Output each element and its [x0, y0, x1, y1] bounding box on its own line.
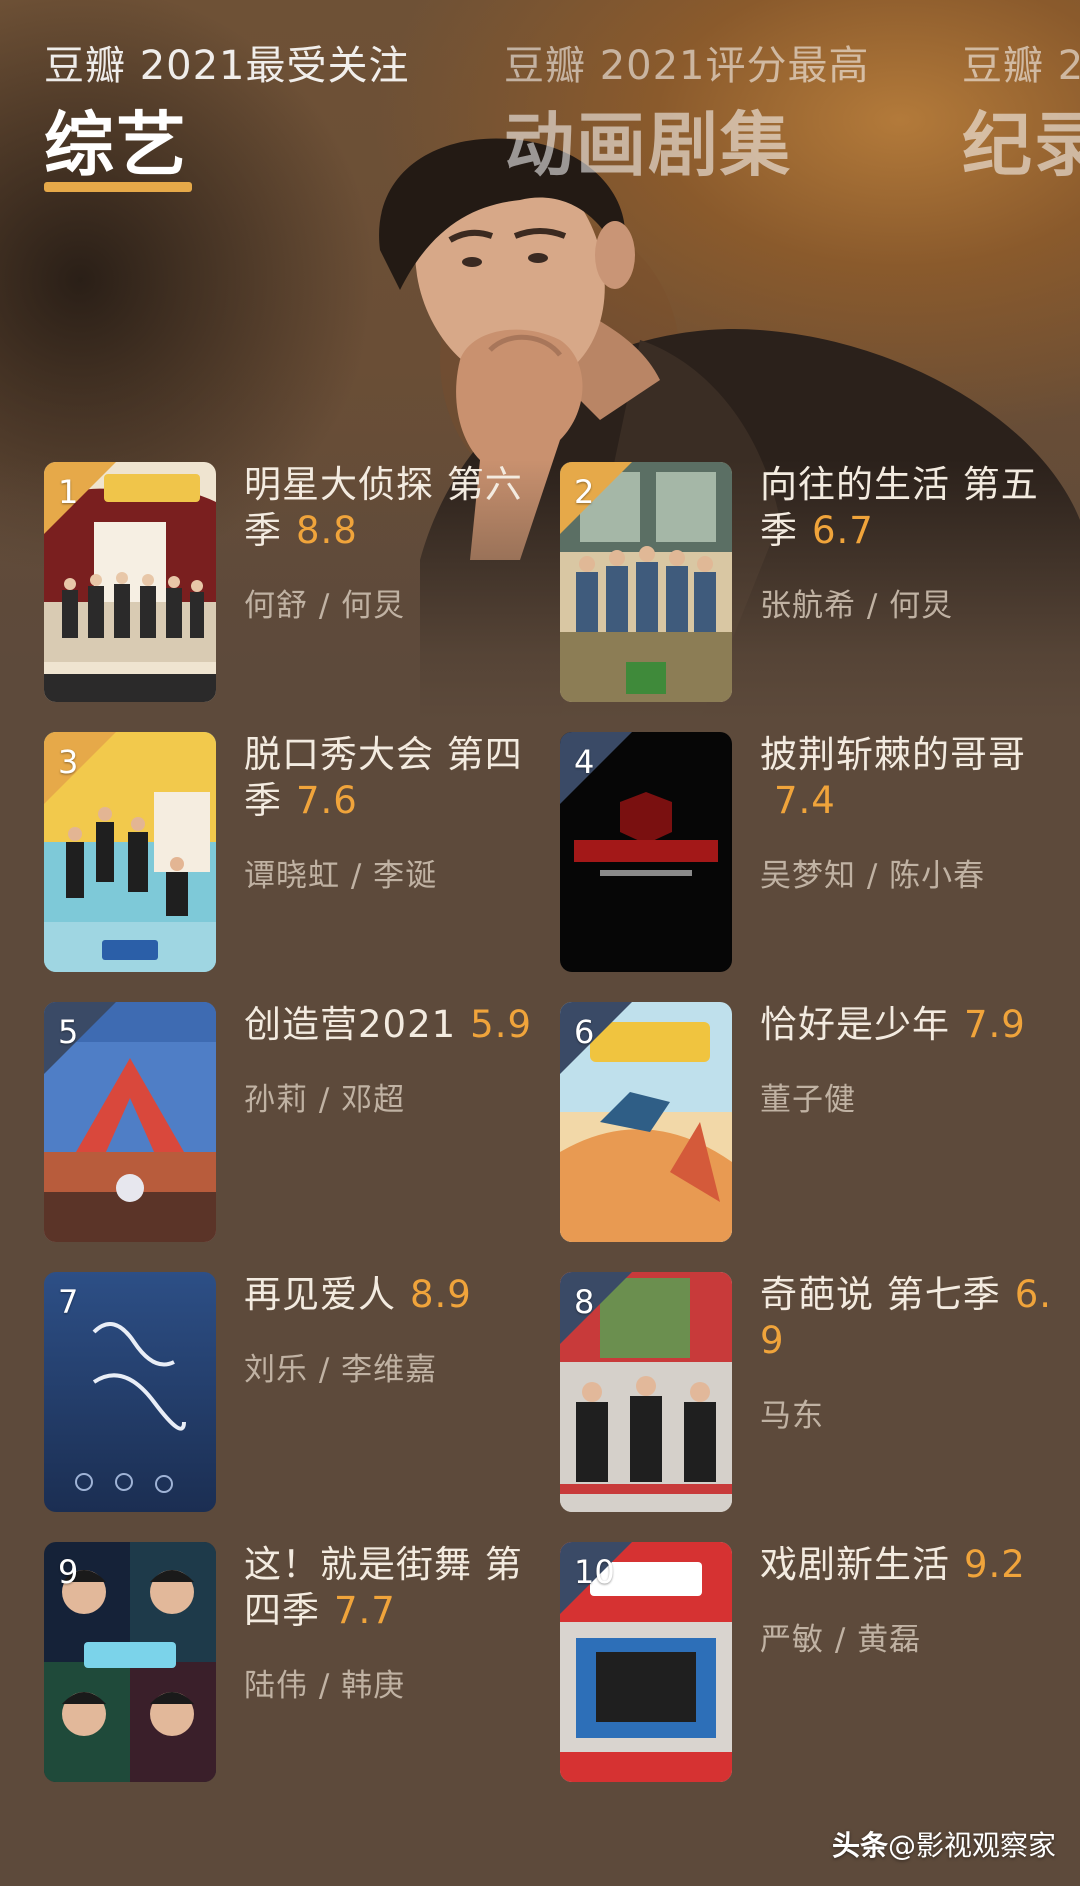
rank-badge [44, 1272, 116, 1344]
list-item[interactable]: 4 披荆斩棘的哥哥7.4 吴梦知 / 陈小春 [560, 732, 1080, 972]
rank-number: 4 [574, 743, 595, 781]
show-title: 恰好是少年 [760, 1003, 950, 1046]
tab-subtitle: 豆瓣 2 [962, 43, 1080, 89]
tab-subtitle: 豆瓣 2021最受关注 [44, 43, 410, 89]
rank-badge [560, 1272, 632, 1344]
show-credits: 孙莉 / 邓超 [244, 1082, 406, 1118]
poster-image[interactable]: 10 [560, 1542, 732, 1782]
list-item[interactable]: 10 戏剧新生活 9.2 严敏 / 黄磊 [560, 1542, 1080, 1782]
tab-title: 综艺 [44, 104, 188, 186]
list-item[interactable]: 6 恰好是少年 7.9 董子健 [560, 1002, 1080, 1242]
list-item[interactable]: 7 再见爱人 8.9 刘乐 / 李维嘉 [44, 1272, 564, 1512]
rank-badge [560, 1002, 632, 1074]
list-item[interactable]: 8 奇葩说 第七季 6.9 马东 [560, 1272, 1080, 1512]
show-title: 脱口秀大会 第四季 [244, 733, 523, 822]
tab-animation-series[interactable]: 豆瓣 2021评分最高 动画剧集 [504, 40, 870, 190]
show-credits: 何舒 / 何炅 [244, 588, 406, 624]
rank-badge [560, 732, 632, 804]
poster-image[interactable]: 7 [44, 1272, 216, 1512]
tab-variety[interactable]: 豆瓣 2021最受关注 综艺 [44, 40, 410, 192]
category-tabs: 豆瓣 2021最受关注 综艺 豆瓣 2021评分最高 动画剧集 豆瓣 2 纪录 [0, 40, 1080, 200]
show-credits: 刘乐 / 李维嘉 [244, 1352, 438, 1388]
poster-image[interactable]: 4 [560, 732, 732, 972]
poster-image[interactable]: 2 [560, 462, 732, 702]
rank-badge [560, 462, 632, 534]
rank-number: 9 [58, 1553, 79, 1591]
douban-score: 8.8 [296, 509, 358, 552]
show-title: 戏剧新生活 [760, 1543, 950, 1586]
rank-number: 10 [574, 1553, 615, 1591]
rank-number: 6 [574, 1013, 595, 1051]
list-item[interactable]: 3 脱口秀大会 第四季 7.6 谭晓虹 / 李诞 [44, 732, 564, 972]
douban-score: 7.4 [774, 779, 836, 822]
douban-score: 6.7 [812, 509, 874, 552]
toutiao-logo: 头条 [831, 1829, 888, 1862]
tab-active-underline [44, 182, 192, 192]
rank-badge [44, 1002, 116, 1074]
tab-subtitle: 豆瓣 2021评分最高 [504, 43, 870, 89]
show-title: 创造营2021 [244, 1003, 457, 1046]
show-credits: 吴梦知 / 陈小春 [760, 858, 986, 894]
source-watermark: 头条@影视观察家 [832, 1824, 1056, 1864]
tab-title: 纪录 [962, 104, 1080, 186]
douban-score: 9.2 [964, 1543, 1026, 1586]
poster-image[interactable]: 6 [560, 1002, 732, 1242]
douban-score: 5.9 [470, 1003, 533, 1046]
douban-score: 7.7 [334, 1589, 396, 1632]
poster-image[interactable]: 5 [44, 1002, 216, 1242]
rank-number: 3 [58, 743, 79, 781]
author-handle: @影视观察家 [887, 1829, 1056, 1862]
show-credits: 董子健 [760, 1082, 856, 1118]
show-title: 明星大侦探 第六季 [244, 463, 523, 552]
show-credits: 谭晓虹 / 李诞 [244, 858, 438, 894]
rank-number: 7 [58, 1283, 79, 1321]
show-credits: 严敏 / 黄磊 [760, 1622, 922, 1658]
rank-number: 8 [574, 1283, 595, 1321]
douban-score: 7.6 [296, 779, 358, 822]
rank-badge [44, 462, 116, 534]
rank-number: 1 [58, 473, 79, 511]
show-credits: 陆伟 / 韩庚 [244, 1668, 406, 1704]
poster-image[interactable]: 1 [44, 462, 216, 702]
poster-image[interactable]: 9 [44, 1542, 216, 1782]
tab-documentary[interactable]: 豆瓣 2 纪录 [962, 40, 1080, 190]
rank-number: 2 [574, 473, 595, 511]
rank-badge [44, 732, 116, 804]
show-credits: 马东 [760, 1398, 824, 1434]
list-item[interactable]: 9 这！就是街舞 第四季 7.7 陆伟 / 韩庚 [44, 1542, 564, 1782]
rank-badge [44, 1542, 116, 1614]
poster-image[interactable]: 8 [560, 1272, 732, 1512]
show-title: 再见爱人 [244, 1273, 396, 1316]
tab-title: 动画剧集 [504, 104, 792, 186]
list-item[interactable]: 1 明星大侦探 第六季 8.8 何舒 / 何炅 [44, 462, 564, 702]
list-item[interactable]: 5 创造营2021 5.9 孙莉 / 邓超 [44, 1002, 564, 1242]
douban-score: 7.9 [964, 1003, 1026, 1046]
poster-image[interactable]: 3 [44, 732, 216, 972]
douban-score: 8.9 [410, 1273, 472, 1316]
show-credits: 张航希 / 何炅 [760, 588, 954, 624]
show-title: 奇葩说 第七季 [760, 1273, 1001, 1316]
list-item[interactable]: 2 向往的生活 第五季 6.7 张航希 / 何炅 [560, 462, 1080, 702]
rank-number: 5 [58, 1013, 79, 1051]
show-title: 披荆斩棘的哥哥 [760, 733, 1026, 776]
show-title: 向往的生活 第五季 [760, 463, 1039, 552]
